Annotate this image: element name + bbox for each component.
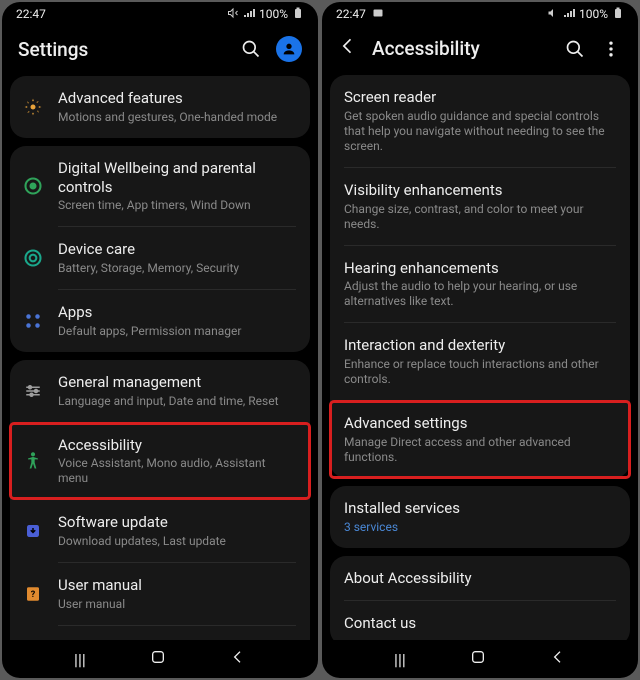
item-screen-reader[interactable]: Screen reader Get spoken audio guidance … <box>330 75 630 167</box>
item-digital-wellbeing[interactable]: Digital Wellbeing and parental controls … <box>10 146 310 227</box>
item-title: Accessibility <box>58 436 296 455</box>
page-title: Accessibility <box>372 37 550 60</box>
mute-icon <box>227 7 239 22</box>
item-sub: 3 services <box>344 520 616 535</box>
accessibility-group: Installed services 3 services <box>330 486 630 548</box>
accessibility-group: About Accessibility Contact us <box>330 556 630 641</box>
signal-icon <box>563 7 575 22</box>
item-sub: Change size, contrast, and color to meet… <box>344 202 616 232</box>
battery-percent: 100% <box>579 7 608 21</box>
item-sub: User manual <box>58 597 296 612</box>
advanced-icon <box>22 96 44 118</box>
item-contact-us[interactable]: Contact us <box>330 601 630 640</box>
item-sub: Voice Assistant, Mono audio, Assistant m… <box>58 456 296 486</box>
update-icon <box>22 520 44 542</box>
sliders-icon <box>22 380 44 402</box>
item-general-management[interactable]: General management Language and input, D… <box>10 360 310 422</box>
settings-group: Digital Wellbeing and parental controls … <box>10 146 310 352</box>
item-sub: Screen time, App timers, Wind Down <box>58 198 296 213</box>
phone-left: 22:47 100% Settings <box>2 2 318 678</box>
item-title: About Accessibility <box>344 569 616 588</box>
item-visibility-enhancements[interactable]: Visibility enhancements Change size, con… <box>330 168 630 245</box>
item-title: Installed services <box>344 499 616 518</box>
item-title: Contact us <box>344 614 616 633</box>
status-bar: 22:47 100% <box>322 2 638 26</box>
wellbeing-icon <box>22 175 44 197</box>
screenshot-icon <box>372 7 384 22</box>
item-advanced-settings[interactable]: Advanced settings Manage Direct access a… <box>330 401 630 478</box>
item-sub: Motions and gestures, One-handed mode <box>58 110 296 125</box>
item-sub: Language and input, Date and time, Reset <box>58 394 296 409</box>
status-bar: 22:47 100% <box>2 2 318 26</box>
battery-icon <box>292 7 304 22</box>
item-sub: Enhance or replace touch interactions an… <box>344 357 616 387</box>
item-about-accessibility[interactable]: About Accessibility <box>330 556 630 601</box>
accessibility-group: Screen reader Get spoken audio guidance … <box>330 75 630 478</box>
item-title: Visibility enhancements <box>344 181 616 200</box>
item-title: Digital Wellbeing and parental controls <box>58 159 296 197</box>
item-installed-services[interactable]: Installed services 3 services <box>330 486 630 548</box>
item-interaction-dexterity[interactable]: Interaction and dexterity Enhance or rep… <box>330 323 630 400</box>
nav-bar: ||| <box>322 640 638 678</box>
item-title: Interaction and dexterity <box>344 336 616 355</box>
item-sub: Battery, Storage, Memory, Security <box>58 261 296 276</box>
item-sub: Get spoken audio guidance and special co… <box>344 109 616 154</box>
item-hearing-enhancements[interactable]: Hearing enhancements Adjust the audio to… <box>330 246 630 323</box>
apps-icon <box>22 310 44 332</box>
item-title: General management <box>58 373 296 392</box>
item-title: Hearing enhancements <box>344 259 616 278</box>
phone-right: 22:47 100% Accessibility <box>322 2 638 678</box>
battery-icon <box>612 7 624 22</box>
status-time: 22:47 <box>16 7 46 21</box>
nav-bar: ||| <box>2 640 318 678</box>
signal-icon <box>243 7 255 22</box>
item-title: Device care <box>58 240 296 259</box>
item-software-update[interactable]: Software update Download updates, Last u… <box>10 500 310 562</box>
nav-home[interactable] <box>150 649 166 669</box>
item-title: Advanced features <box>58 89 296 108</box>
battery-percent: 100% <box>259 7 288 21</box>
item-title: Screen reader <box>344 88 616 107</box>
search-button[interactable] <box>564 38 586 60</box>
nav-recents[interactable]: ||| <box>74 650 86 669</box>
profile-avatar[interactable] <box>276 36 302 62</box>
item-about-phone[interactable]: About phone Status, Legal information, P… <box>10 626 310 640</box>
item-sub: Adjust the audio to help your hearing, o… <box>344 279 616 309</box>
item-apps[interactable]: Apps Default apps, Permission manager <box>10 290 310 352</box>
page-title: Settings <box>18 38 226 61</box>
manual-icon: ? <box>22 583 44 605</box>
item-sub: Manage Direct access and other advanced … <box>344 435 616 465</box>
item-title: About phone <box>58 639 296 640</box>
item-title: Software update <box>58 513 296 532</box>
settings-group: Advanced features Motions and gestures, … <box>10 76 310 138</box>
back-button[interactable] <box>338 36 358 61</box>
settings-list: Advanced features Motions and gestures, … <box>2 76 318 640</box>
nav-back[interactable] <box>550 649 566 669</box>
item-title: Advanced settings <box>344 414 616 433</box>
item-title: User manual <box>58 576 296 595</box>
item-sub: Default apps, Permission manager <box>58 324 296 339</box>
settings-group: General management Language and input, D… <box>10 360 310 640</box>
app-header: Settings <box>2 26 318 76</box>
item-title: Apps <box>58 303 296 322</box>
item-advanced-features[interactable]: Advanced features Motions and gestures, … <box>10 76 310 138</box>
item-user-manual[interactable]: ? User manual User manual <box>10 563 310 625</box>
item-accessibility[interactable]: Accessibility Voice Assistant, Mono audi… <box>10 423 310 500</box>
svg-text:?: ? <box>31 590 36 600</box>
item-sub: Download updates, Last update <box>58 534 296 549</box>
status-time: 22:47 <box>336 7 366 21</box>
accessibility-icon <box>22 450 44 472</box>
nav-recents[interactable]: ||| <box>394 650 406 669</box>
accessibility-list: Screen reader Get spoken audio guidance … <box>322 75 638 640</box>
search-button[interactable] <box>240 38 262 60</box>
mute-icon <box>547 7 559 22</box>
app-header: Accessibility <box>322 26 638 75</box>
nav-back[interactable] <box>230 649 246 669</box>
nav-home[interactable] <box>470 649 486 669</box>
more-button[interactable] <box>600 38 622 60</box>
devicecare-icon <box>22 247 44 269</box>
item-device-care[interactable]: Device care Battery, Storage, Memory, Se… <box>10 227 310 289</box>
